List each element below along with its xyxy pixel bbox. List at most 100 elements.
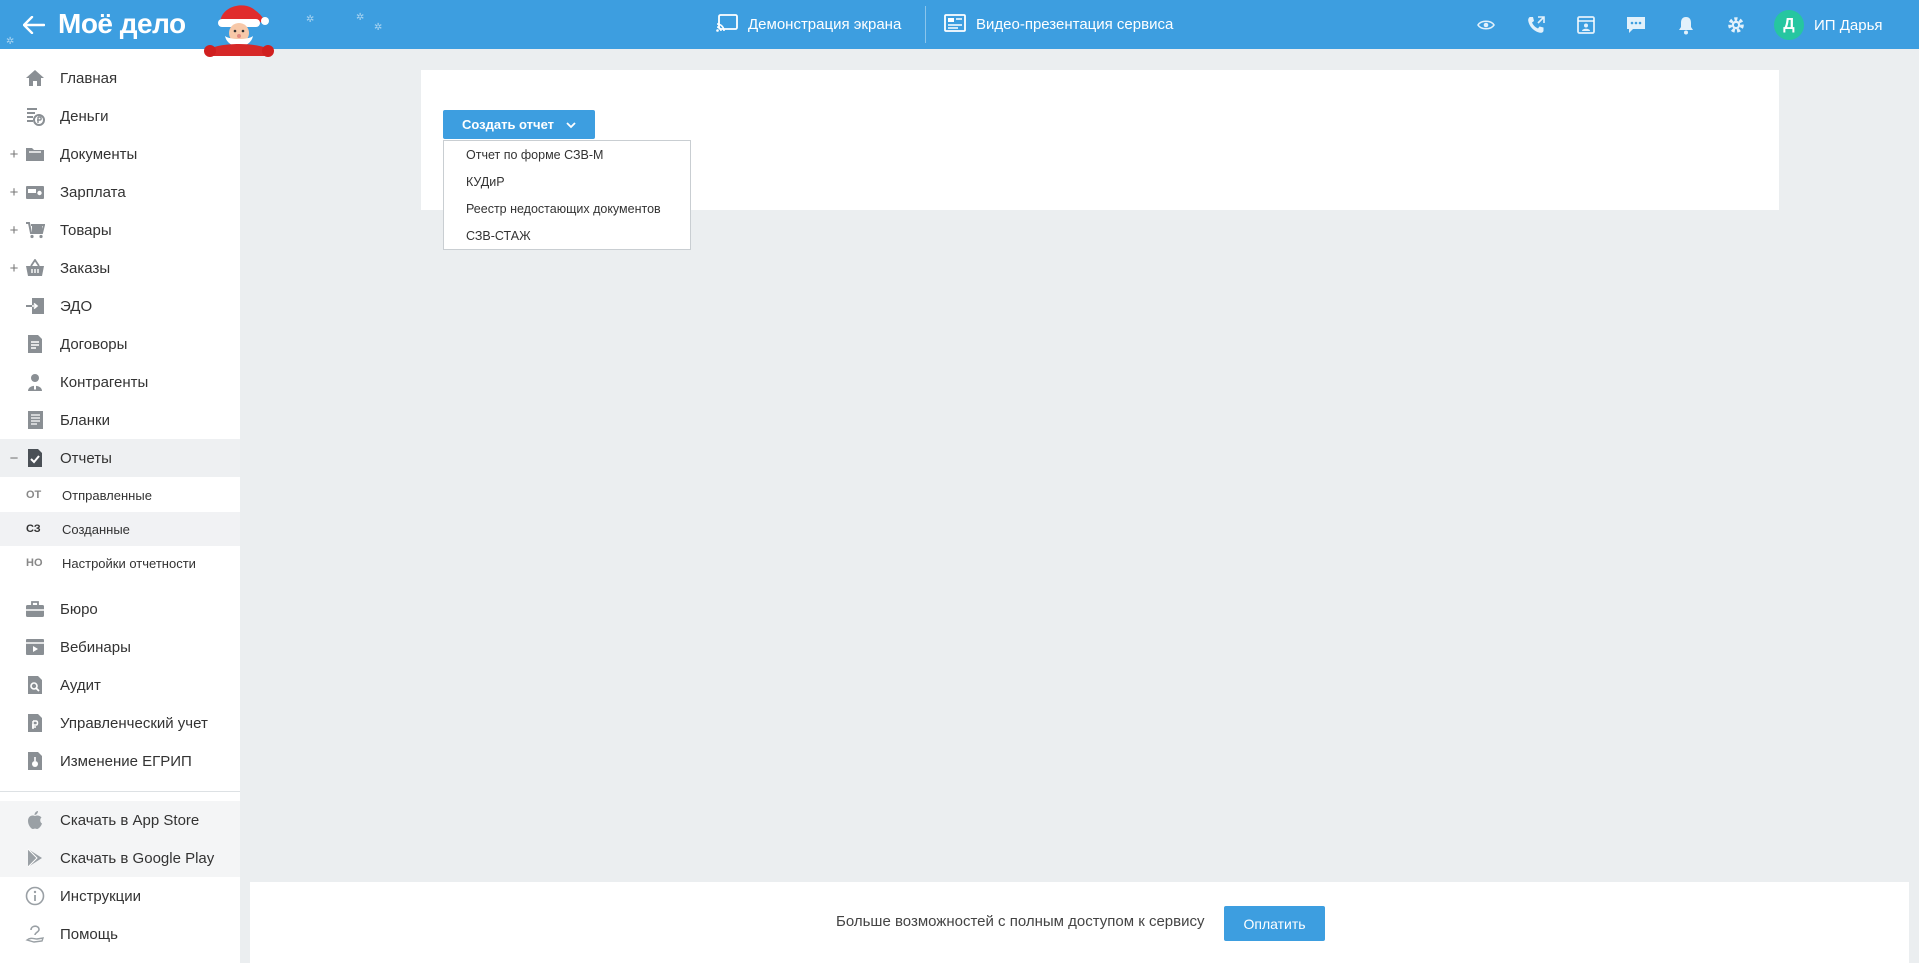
- sidebar-item-label: Заказы: [60, 259, 111, 277]
- avatar: Д: [1774, 10, 1804, 40]
- sidebar-item-audit[interactable]: Аудит: [0, 666, 240, 704]
- sidebar-item-label: Деньги: [60, 107, 109, 125]
- sidebar-item-label: Бланки: [60, 411, 110, 429]
- subitem-label: Отправленные: [62, 487, 152, 503]
- sidebar-item-forms[interactable]: Бланки: [0, 401, 240, 439]
- sidebar-item-documents[interactable]: + Документы: [0, 135, 240, 173]
- sidebar: Главная Деньги + Документы + Зарплата + …: [0, 49, 240, 963]
- create-report-label: Создать отчет: [461, 117, 555, 132]
- user-menu[interactable]: Д ИП Дарья: [1774, 10, 1883, 40]
- sidebar-item-main[interactable]: Главная: [0, 59, 240, 97]
- contract-icon: [24, 333, 46, 355]
- forms-icon: [24, 409, 46, 431]
- sidebar-subitem-created[interactable]: СЗ Созданные: [0, 512, 240, 546]
- sidebar-item-label: Зарплата: [60, 183, 126, 201]
- create-report-dropdown: Отчет по форме СЗВ-М КУДиР Реестр недост…: [443, 140, 691, 250]
- expand-plus-icon[interactable]: +: [8, 146, 20, 163]
- sidebar-instructions-link[interactable]: Инструкции: [0, 877, 240, 915]
- snowflake-icon: ✲: [6, 36, 15, 47]
- pay-button[interactable]: Оплатить: [1224, 906, 1325, 941]
- sidebar-item-management-accounting[interactable]: Управленческий учет: [0, 704, 240, 742]
- sidebar-app-store-link[interactable]: Скачать в App Store: [0, 801, 240, 839]
- home-icon: [24, 67, 46, 89]
- sidebar-item-label: Скачать в App Store: [60, 811, 200, 829]
- sidebar-item-egrip[interactable]: Изменение ЕГРИП: [0, 742, 240, 780]
- bell-icon[interactable]: [1673, 12, 1699, 38]
- video-presentation-label: Видео-презентация сервиса: [976, 16, 1174, 33]
- accounting-icon: [24, 712, 46, 734]
- create-report-button[interactable]: Создать отчет: [443, 110, 595, 139]
- chat-icon[interactable]: [1623, 12, 1649, 38]
- sidebar-item-label: Инструкции: [60, 887, 142, 905]
- collapse-minus-icon[interactable]: −: [8, 450, 20, 467]
- expand-plus-icon[interactable]: +: [8, 222, 20, 239]
- sidebar-item-salary[interactable]: + Зарплата: [0, 173, 240, 211]
- sidebar-item-label: Договоры: [60, 335, 128, 353]
- screen-demo-label: Демонстрация экрана: [748, 16, 902, 33]
- dropdown-item-szv-stazh[interactable]: СЗВ-СТАЖ: [444, 222, 690, 249]
- dropdown-item-szv-m[interactable]: Отчет по форме СЗВ-М: [444, 141, 690, 168]
- subitem-abbr: ОТ: [26, 489, 42, 501]
- sidebar-google-play-link[interactable]: Скачать в Google Play: [0, 839, 240, 877]
- snowflake-icon: ✲: [356, 12, 365, 23]
- screen-demo-link[interactable]: Демонстрация экрана: [716, 0, 901, 49]
- sidebar-item-label: ЭДО: [60, 297, 93, 315]
- expand-plus-icon[interactable]: +: [8, 184, 20, 201]
- sidebar-item-label: Изменение ЕГРИП: [60, 752, 192, 770]
- snowflake-icon: ✲: [374, 22, 383, 33]
- expand-plus-icon[interactable]: +: [8, 260, 20, 277]
- sidebar-item-contractors[interactable]: Контрагенты: [0, 363, 240, 401]
- video-presentation-link[interactable]: Видео-презентация сервиса: [944, 0, 1173, 49]
- briefcase-icon: [24, 598, 46, 620]
- sidebar-help-link[interactable]: Помощь: [0, 915, 240, 953]
- google-play-icon: [24, 847, 46, 869]
- webinar-icon: [24, 636, 46, 658]
- logo[interactable]: Моё дело: [58, 8, 186, 40]
- subitem-abbr: НО: [26, 557, 43, 569]
- sidebar-item-label: Документы: [60, 145, 138, 163]
- apple-icon: [24, 809, 46, 831]
- money-icon: [24, 105, 46, 127]
- subitem-label: Настройки отчетности: [62, 555, 196, 571]
- sidebar-subitem-sent[interactable]: ОТ Отправленные: [0, 478, 240, 512]
- sidebar-divider: [0, 791, 240, 792]
- chevron-down-icon: [566, 117, 576, 132]
- contacts-card-icon[interactable]: [1573, 12, 1599, 38]
- sidebar-item-money[interactable]: Деньги: [0, 97, 240, 135]
- info-icon: [24, 885, 46, 907]
- sidebar-item-label: Помощь: [60, 925, 118, 943]
- sidebar-item-label: Товары: [60, 221, 112, 239]
- sidebar-item-label: Управленческий учет: [60, 714, 208, 732]
- sidebar-item-bureau[interactable]: Бюро: [0, 590, 240, 628]
- dropdown-item-kudir[interactable]: КУДиР: [444, 168, 690, 195]
- dropdown-item-missing-docs-registry[interactable]: Реестр недостающих документов: [444, 195, 690, 222]
- basket-icon: [24, 257, 46, 279]
- folder-icon: [24, 143, 46, 165]
- salary-icon: [24, 181, 46, 203]
- sidebar-item-label: Главная: [60, 69, 118, 87]
- sidebar-item-label: Отчеты: [60, 449, 112, 467]
- sidebar-subitem-reporting-settings[interactable]: НО Настройки отчетности: [0, 546, 240, 580]
- gear-icon[interactable]: [1723, 12, 1749, 38]
- eye-icon[interactable]: [1473, 12, 1499, 38]
- snowflake-icon: ✲: [306, 14, 315, 25]
- subitem-label: Созданные: [62, 521, 130, 537]
- sidebar-item-edo[interactable]: ЭДО: [0, 287, 240, 325]
- sidebar-item-label: Аудит: [60, 676, 101, 694]
- sidebar-item-goods[interactable]: + Товары: [0, 211, 240, 249]
- back-arrow-icon[interactable]: [20, 11, 48, 39]
- sidebar-item-label: Контрагенты: [60, 373, 149, 391]
- help-icon: [24, 923, 46, 945]
- phone-icon[interactable]: [1523, 12, 1549, 38]
- sidebar-item-contracts[interactable]: Договоры: [0, 325, 240, 363]
- cart-icon: [24, 219, 46, 241]
- sidebar-item-orders[interactable]: + Заказы: [0, 249, 240, 287]
- sidebar-item-webinars[interactable]: Вебинары: [0, 628, 240, 666]
- egrip-icon: [24, 750, 46, 772]
- subitem-abbr: СЗ: [26, 523, 41, 535]
- sidebar-item-label: Вебинары: [60, 638, 131, 656]
- report-icon: [24, 447, 46, 469]
- contractor-icon: [24, 371, 46, 393]
- header-divider: [925, 6, 926, 43]
- sidebar-item-reports[interactable]: − Отчеты: [0, 439, 240, 477]
